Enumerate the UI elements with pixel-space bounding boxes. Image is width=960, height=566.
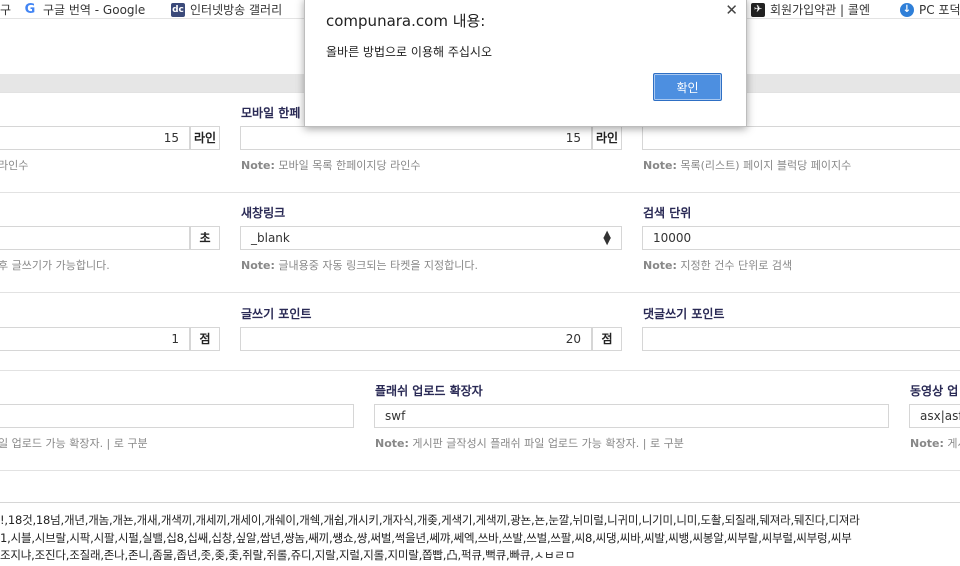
note-text: Note: 게시판 글작성시 플래쉬 파일 업로드 가능 확장자. | 로 구분: [375, 435, 684, 451]
filter-words-line: 조지냐,조진다,조질래,존나,존니,좀물,좁년,좃,좆,좇,쥐랄,쥐롤,쥬디,지…: [0, 548, 576, 562]
note-text: Note: 목록(리스트) 페이지 블럭당 페이지수: [643, 157, 851, 173]
divider: [0, 370, 960, 371]
field-label: 플래쉬 업로드 확장자: [375, 384, 483, 398]
alert-dialog: compunara.com 내용: ✕ 올바른 방법으로 이용해 주십시오 확인: [304, 0, 747, 127]
write-point-input[interactable]: 20: [240, 327, 592, 351]
delay-seconds-input[interactable]: [0, 226, 190, 250]
bookmark-label: 구글 번역 - Google: [43, 3, 146, 17]
bookmark-item[interactable]: G 구글 번역 - Google: [22, 1, 145, 18]
unit-addon: 라인: [190, 126, 220, 150]
unit-addon: 점: [190, 327, 220, 351]
note-body: 게시: [947, 437, 960, 450]
bookmark-label: 구: [0, 3, 12, 17]
divider: [0, 192, 960, 193]
input-value: asx|asf: [920, 409, 960, 423]
field-label: 동영상 업: [910, 384, 959, 398]
bookmark-item[interactable]: 구: [0, 1, 11, 18]
block-pages-input[interactable]: [642, 126, 960, 150]
field-label: 댓글쓰기 포인트: [643, 307, 725, 321]
note-text: 일 업로드 가능 확장자. | 로 구분: [0, 437, 148, 450]
note-prefix: Note:: [910, 437, 944, 450]
link-target-select[interactable]: _blank ▲ ▼: [240, 226, 622, 250]
input-value: 15: [163, 131, 179, 145]
file-ext-input[interactable]: [0, 404, 354, 428]
mobile-lines-input[interactable]: 15: [240, 126, 592, 150]
list-lines-input[interactable]: 15: [0, 126, 190, 150]
field-label: 글쓰기 포인트: [241, 307, 312, 321]
filter-words-line: 1,시블,시브랄,시팍,시팔,시펄,실밸,십8,십쌔,십창,싶알,쌉년,썅놈,쌔…: [0, 531, 852, 545]
note-text: Note: 지정한 건수 단위로 검색: [643, 257, 792, 273]
note-body: 글내용중 자동 링크되는 타켓을 지정합니다.: [274, 259, 479, 272]
input-value: swf: [385, 409, 406, 423]
comment-point-input[interactable]: [642, 327, 960, 351]
bookmark-item[interactable]: dc 인터넷방송 갤러리: [171, 1, 282, 18]
bookmark-label: 회원가입약관 | 콜엔: [770, 3, 870, 17]
dc-icon: dc: [171, 2, 185, 17]
bookmark-item[interactable]: ↓ PC 포덕: [900, 1, 960, 18]
field-label: 새창링크: [241, 206, 286, 220]
divider: [0, 470, 960, 471]
note-text: Note: 게시: [910, 435, 960, 451]
unit-addon: 점: [592, 327, 622, 351]
note-body: 모바일 목록 한페이지당 라인수: [274, 159, 421, 172]
field-label: 모바일 한페: [241, 106, 301, 120]
select-value: _blank: [251, 231, 290, 245]
note-text: 라인수: [0, 159, 29, 172]
bookmark-label: PC 포덕: [919, 3, 960, 17]
unit-addon: 초: [190, 226, 220, 250]
note-body: 게시판 글작성시 플래쉬 파일 업로드 가능 확장자. | 로 구분: [408, 437, 684, 450]
input-value: 10000: [653, 231, 692, 245]
note-prefix: Note:: [375, 437, 409, 450]
field-label: 검색 단위: [643, 206, 692, 220]
select-arrows-icon: ▲ ▼: [603, 229, 611, 247]
input-value: 1: [171, 332, 179, 346]
windmill-icon: ✈: [751, 2, 765, 17]
ok-button[interactable]: 확인: [653, 73, 722, 101]
input-value: 15: [565, 131, 581, 145]
note-prefix: Note:: [241, 259, 275, 272]
note-prefix: Note:: [241, 159, 275, 172]
filter-words-line: !,18것,18넘,개년,개놈,개뇬,개새,개색끼,개세끼,개세이,개쉐이,개쉑…: [0, 513, 860, 527]
unit-addon: 라인: [592, 126, 622, 150]
note-text: 후 글쓰기가 가능합니다.: [0, 259, 110, 272]
video-ext-input[interactable]: asx|asf: [909, 404, 960, 428]
note-text: Note: 글내용중 자동 링크되는 타켓을 지정합니다.: [241, 257, 478, 273]
download-icon: ↓: [900, 2, 914, 17]
dialog-message: 올바른 방법으로 이용해 주십시오: [326, 45, 493, 59]
note-prefix: Note:: [643, 259, 677, 272]
close-icon[interactable]: ✕: [725, 1, 738, 19]
note-body: 지정한 건수 단위로 검색: [676, 259, 793, 272]
note-body: 목록(리스트) 페이지 블럭당 페이지수: [676, 159, 852, 172]
dialog-title: compunara.com 내용:: [326, 12, 486, 30]
bookmark-item[interactable]: ✈ 회원가입약관 | 콜엔: [751, 1, 870, 18]
flash-ext-input[interactable]: swf: [374, 404, 889, 428]
google-icon: G: [22, 2, 38, 17]
input-value: 20: [565, 332, 581, 346]
note-text: Note: 모바일 목록 한페이지당 라인수: [241, 157, 420, 173]
search-unit-input[interactable]: 10000: [642, 226, 960, 250]
divider: [0, 292, 960, 293]
bookmark-label: 인터넷방송 갤러리: [190, 3, 283, 17]
read-point-input[interactable]: 1: [0, 327, 190, 351]
note-prefix: Note:: [643, 159, 677, 172]
